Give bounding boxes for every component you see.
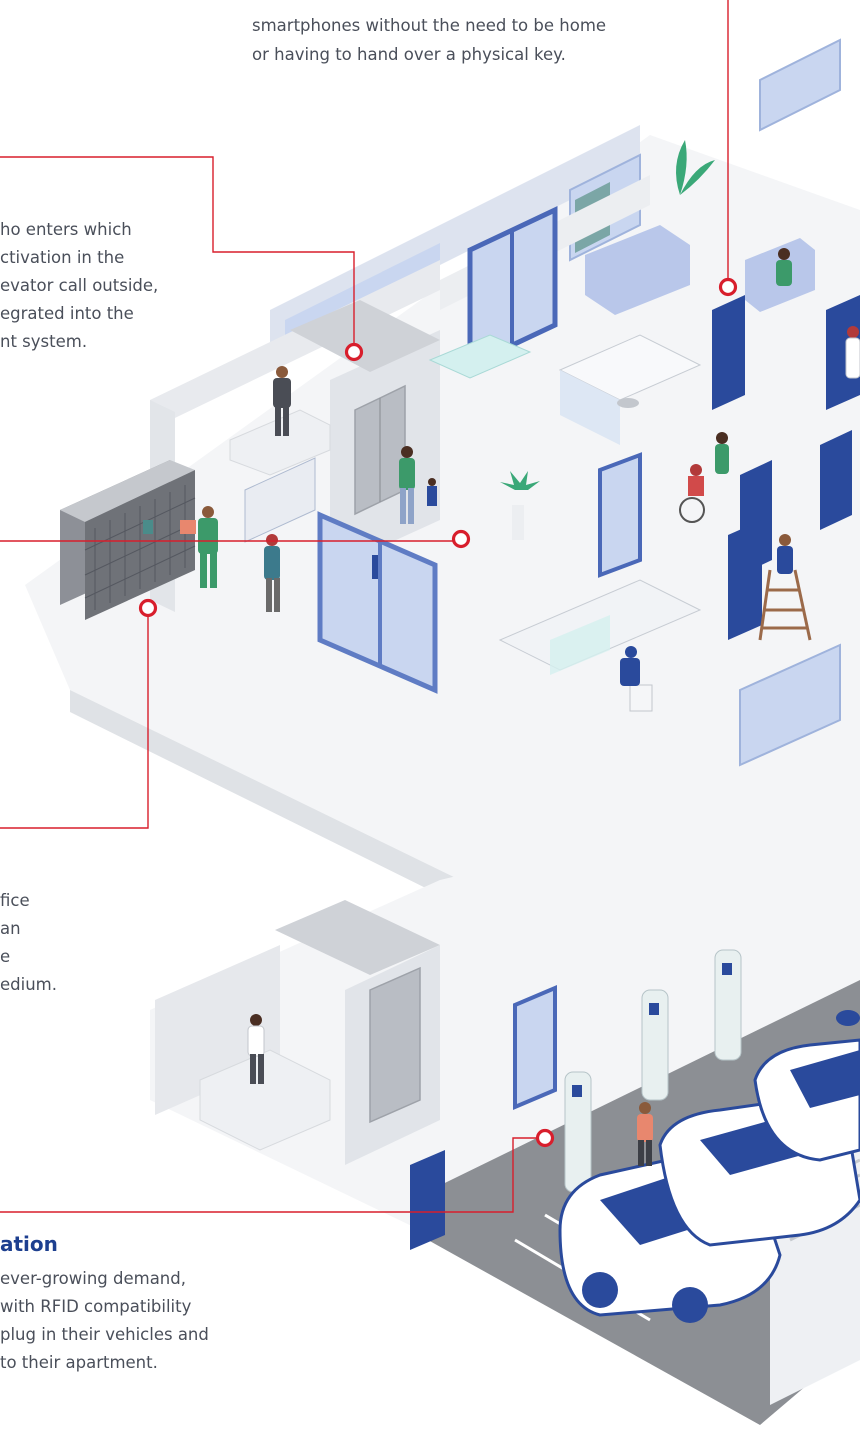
garage-door bbox=[410, 1150, 445, 1250]
smart-lock-line-1: smartphones without the need to be home bbox=[252, 16, 607, 35]
access-line-1: ho enters which bbox=[0, 220, 132, 239]
access-line-5: nt system. bbox=[0, 332, 88, 351]
garage-glass-door bbox=[513, 984, 557, 1111]
elevator-door-lower bbox=[369, 966, 421, 1124]
glass-door-hall bbox=[598, 452, 642, 578]
water-tank bbox=[836, 1010, 860, 1026]
parcel-line-2: an bbox=[0, 919, 21, 938]
marker-smart-lock[interactable] bbox=[718, 277, 738, 297]
marker-parcel[interactable] bbox=[138, 598, 158, 618]
window-upper-right bbox=[759, 38, 841, 132]
smart-lock-line-2: or having to hand over a physical key. bbox=[252, 45, 566, 64]
marker-ev-charging[interactable] bbox=[535, 1128, 555, 1148]
kitchen-sink bbox=[617, 398, 639, 408]
access-line-2: ctivation in the bbox=[0, 248, 125, 267]
apartment-door-5 bbox=[728, 520, 762, 640]
ev-line-2: with RFID compatibility bbox=[0, 1297, 192, 1316]
parcel-line-4: edium. bbox=[0, 975, 57, 994]
person-technician bbox=[777, 534, 793, 574]
parcel-line-1: fice bbox=[0, 891, 30, 910]
person-armchair bbox=[776, 248, 792, 286]
upper-floor bbox=[25, 38, 860, 905]
marker-access-control[interactable] bbox=[344, 342, 364, 362]
ev-line-4: to their apartment. bbox=[0, 1353, 158, 1372]
ev-line-1: ever-growing demand, bbox=[0, 1269, 186, 1288]
apartment-door-1 bbox=[712, 295, 745, 410]
lower-floor bbox=[150, 780, 860, 1425]
access-line-4: egrated into the bbox=[0, 304, 134, 323]
apartment-door-4 bbox=[820, 430, 852, 530]
washing-machine bbox=[629, 684, 653, 712]
person-door bbox=[845, 326, 860, 379]
parcel-line-3: e bbox=[0, 947, 11, 966]
ev-heading: ation bbox=[0, 1232, 58, 1256]
marker-intercom[interactable] bbox=[451, 529, 471, 549]
locker-screen bbox=[143, 520, 153, 534]
access-line-3: evator call outside, bbox=[0, 276, 159, 295]
ev-line-3: plug in their vehicles and bbox=[0, 1325, 209, 1344]
